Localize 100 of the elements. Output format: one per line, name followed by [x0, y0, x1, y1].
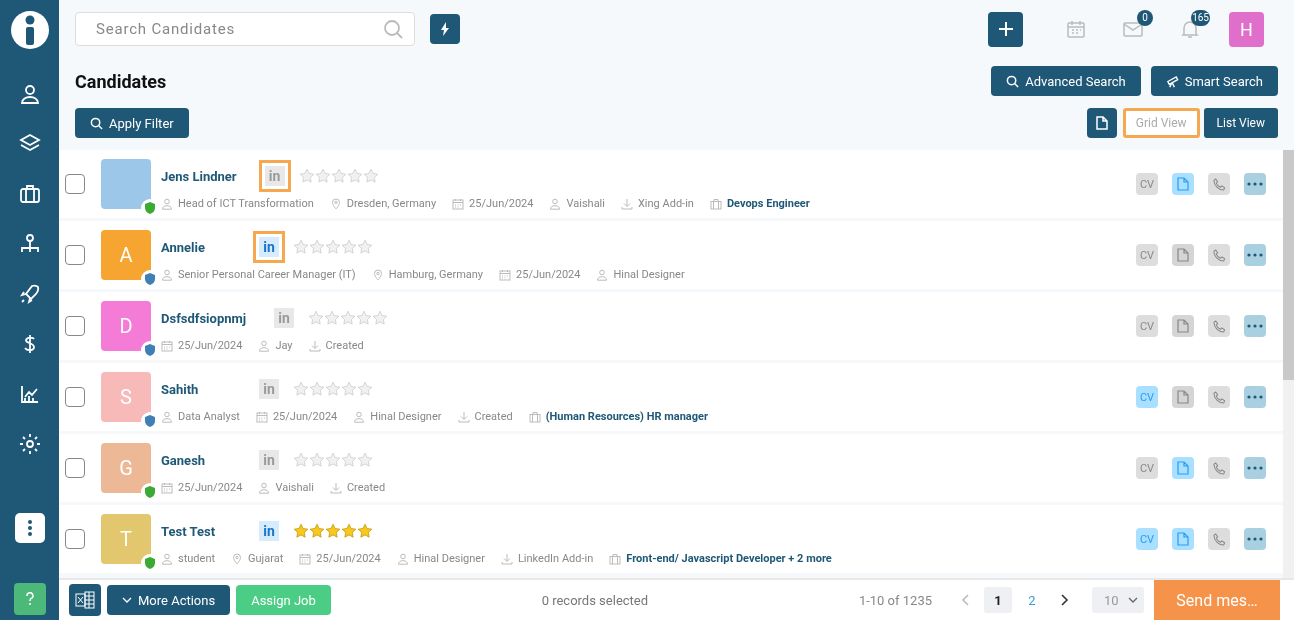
view-toggle-tab[interactable]: List View — [1203, 108, 1278, 138]
more-options-button[interactable] — [1244, 528, 1266, 550]
apply-filter-button[interactable]: Apply Filter — [75, 108, 189, 138]
help-icon — [24, 592, 35, 606]
star-icon — [357, 452, 373, 468]
candidate-source: Created — [474, 410, 513, 423]
candidate-owner: Hinal Designer — [370, 410, 442, 423]
candidate-avatar: G — [101, 443, 151, 493]
mail-count-badge: 0 — [1137, 10, 1153, 26]
search-field[interactable]: Search Candidates — [75, 12, 415, 46]
star-icon — [341, 452, 357, 468]
export-document-button[interactable] — [1086, 108, 1117, 138]
candidate-card[interactable]: Jens Lindner in Head of ICT Transformation Dresden, Germany 25/Jun/2024 Vaishali Xing Add-in Devops Engineer CV — [59, 150, 1283, 218]
more-options-button[interactable] — [1244, 457, 1266, 479]
call-button[interactable] — [1208, 528, 1230, 550]
download-icon — [620, 197, 633, 210]
candidate-card[interactable]: G Ganesh in 25/Jun/2024 Vaishali Created CV — [59, 434, 1283, 502]
star-rating[interactable] — [293, 381, 373, 397]
more-horizontal-icon — [1247, 182, 1263, 186]
scrollbar[interactable] — [1283, 150, 1294, 578]
select-checkbox[interactable] — [65, 245, 85, 265]
document-button[interactable] — [1172, 173, 1194, 195]
call-button[interactable] — [1208, 386, 1230, 408]
select-checkbox[interactable] — [65, 529, 85, 549]
page-title: Candidates — [75, 70, 167, 92]
candidate-owner: Jay — [275, 339, 293, 352]
document-icon — [1177, 461, 1189, 475]
candidate-card[interactable]: T Test Test in student Gujarat 25/Jun/2024 Hinal Designer LinkedIn Add-in Front-end/ Javascript Developer + 2 more CV — [59, 505, 1283, 573]
star-icon — [330, 168, 347, 184]
candidate-name[interactable]: Dsfsdfsiopnmj — [161, 310, 247, 326]
call-button[interactable] — [1208, 457, 1230, 479]
person-icon — [396, 552, 409, 565]
candidate-card[interactable]: S Sahith in Data Analyst 25/Jun/2024 Hinal Designer Created (Human Resources) HR manager CV — [59, 363, 1283, 431]
spreadsheet-icon — [75, 591, 95, 609]
star-icon — [309, 239, 325, 255]
candidate-name[interactable]: Test Test — [161, 523, 231, 539]
select-checkbox[interactable] — [65, 316, 85, 336]
call-button[interactable] — [1208, 315, 1230, 337]
star-rating[interactable] — [293, 452, 373, 468]
star-rating[interactable] — [308, 310, 389, 326]
call-button[interactable] — [1208, 244, 1230, 266]
candidate-name[interactable]: Ganesh — [161, 452, 231, 468]
location-pin-icon — [371, 268, 384, 281]
notification-bell-icon[interactable] — [1180, 19, 1200, 39]
select-checkbox[interactable] — [65, 458, 85, 478]
more-options-button[interactable] — [1244, 173, 1266, 195]
star-rating[interactable] — [293, 523, 373, 539]
document-button[interactable] — [1172, 386, 1194, 408]
more-actions-button[interactable]: More Actions — [107, 585, 231, 615]
person-icon — [549, 197, 562, 210]
candidate-title: Senior Personal Career Manager (IT) — [178, 268, 356, 281]
linkedin-button[interactable]: in — [253, 231, 285, 263]
smart-search-button[interactable]: Smart Search — [1150, 66, 1278, 96]
candidate-name[interactable]: Jens Lindner — [161, 168, 237, 184]
advanced-search-button[interactable]: Advanced Search — [991, 66, 1141, 96]
document-icon — [1177, 532, 1189, 546]
page-button[interactable]: 1 — [984, 587, 1012, 613]
more-options-button[interactable] — [1244, 315, 1266, 337]
document-button[interactable] — [1172, 244, 1194, 266]
select-checkbox[interactable] — [65, 387, 85, 407]
download-icon — [329, 481, 342, 494]
star-rating[interactable] — [298, 168, 379, 184]
candidate-card[interactable]: A Annelie in Senior Personal Career Manager (IT) Hamburg, Germany 25/Jun/2024 Hinal Designer CV — [59, 221, 1283, 289]
help-button[interactable] — [13, 583, 46, 615]
job-link[interactable]: Front-end/ Javascript Developer + 2 more — [626, 552, 832, 565]
document-button[interactable] — [1172, 528, 1194, 550]
excel-export-button[interactable] — [69, 584, 101, 616]
person-icon — [596, 268, 609, 281]
star-icon — [314, 168, 331, 184]
document-button[interactable] — [1172, 315, 1194, 337]
calendar-icon — [299, 552, 312, 565]
quick-action-button[interactable] — [430, 14, 460, 44]
document-icon — [1095, 116, 1108, 130]
more-options-button[interactable] — [1244, 386, 1266, 408]
mail-icon[interactable] — [1123, 19, 1143, 39]
star-rating[interactable] — [293, 239, 373, 255]
select-checkbox[interactable] — [65, 174, 85, 194]
pagination-range: 1-10 of 1235 — [858, 592, 932, 608]
more-options-button[interactable] — [1244, 244, 1266, 266]
call-button[interactable] — [1208, 173, 1230, 195]
star-icon — [357, 381, 373, 397]
more-horizontal-icon — [1247, 324, 1263, 328]
candidate-name[interactable]: Sahith — [161, 381, 231, 397]
star-icon — [309, 452, 325, 468]
person-icon — [161, 268, 173, 281]
scrollbar-thumb[interactable] — [1283, 150, 1294, 380]
candidate-source: LinkedIn Add-in — [517, 552, 594, 565]
star-icon — [356, 310, 373, 326]
candidate-name[interactable]: Annelie — [161, 239, 231, 255]
document-button[interactable] — [1172, 457, 1194, 479]
logo-icon — [9, 10, 50, 50]
star-icon — [293, 523, 309, 539]
job-link[interactable]: Devops Engineer — [726, 197, 810, 210]
briefcase-icon[interactable] — [17, 182, 42, 206]
candidate-card[interactable]: D Dsfsdfsiopnmj in 25/Jun/2024 Jay Created CV — [59, 292, 1283, 360]
add-button[interactable] — [988, 11, 1023, 47]
calendar-icon — [499, 268, 512, 281]
job-link[interactable]: (Human Resources) HR manager — [545, 410, 708, 423]
more-menu-button[interactable] — [14, 513, 45, 543]
star-icon — [293, 452, 309, 468]
